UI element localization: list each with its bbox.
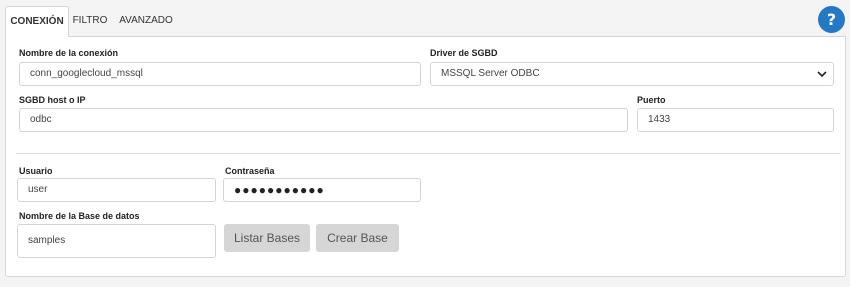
user-label: Usuario — [19, 166, 53, 176]
create-database-button[interactable]: Crear Base — [316, 224, 399, 252]
tab-avanzado[interactable]: AVANZADO — [115, 6, 177, 36]
section-divider — [16, 153, 840, 154]
host-label: SGBD host o IP — [19, 95, 86, 105]
user-input[interactable]: user — [17, 178, 216, 202]
password-label: Contraseña — [225, 166, 275, 176]
driver-select[interactable]: MSSQL Server ODBC — [430, 62, 834, 86]
port-label: Puerto — [637, 95, 666, 105]
connection-name-input[interactable]: conn_googlecloud_mssql — [19, 62, 421, 86]
connection-panel: Nombre de la conexión conn_googlecloud_m… — [5, 36, 846, 277]
driver-select-value: MSSQL Server ODBC — [441, 68, 540, 79]
host-input[interactable]: odbc — [19, 108, 628, 132]
chevron-down-icon — [817, 71, 827, 78]
port-input[interactable]: 1433 — [637, 108, 834, 132]
tab-bar: CONEXIÓN FILTRO AVANZADO — [5, 6, 846, 37]
driver-label: Driver de SGBD — [430, 48, 498, 58]
password-input[interactable]: ●●●●●●●●●●● — [223, 178, 421, 202]
help-icon[interactable]: ? — [818, 6, 845, 33]
list-databases-button[interactable]: Listar Bases — [224, 224, 310, 252]
tab-filtro[interactable]: FILTRO — [71, 6, 109, 36]
database-input[interactable]: samples — [17, 224, 216, 258]
tab-conexion[interactable]: CONEXIÓN — [5, 6, 69, 37]
database-label: Nombre de la Base de datos — [19, 211, 140, 221]
connection-name-label: Nombre de la conexión — [19, 48, 119, 58]
